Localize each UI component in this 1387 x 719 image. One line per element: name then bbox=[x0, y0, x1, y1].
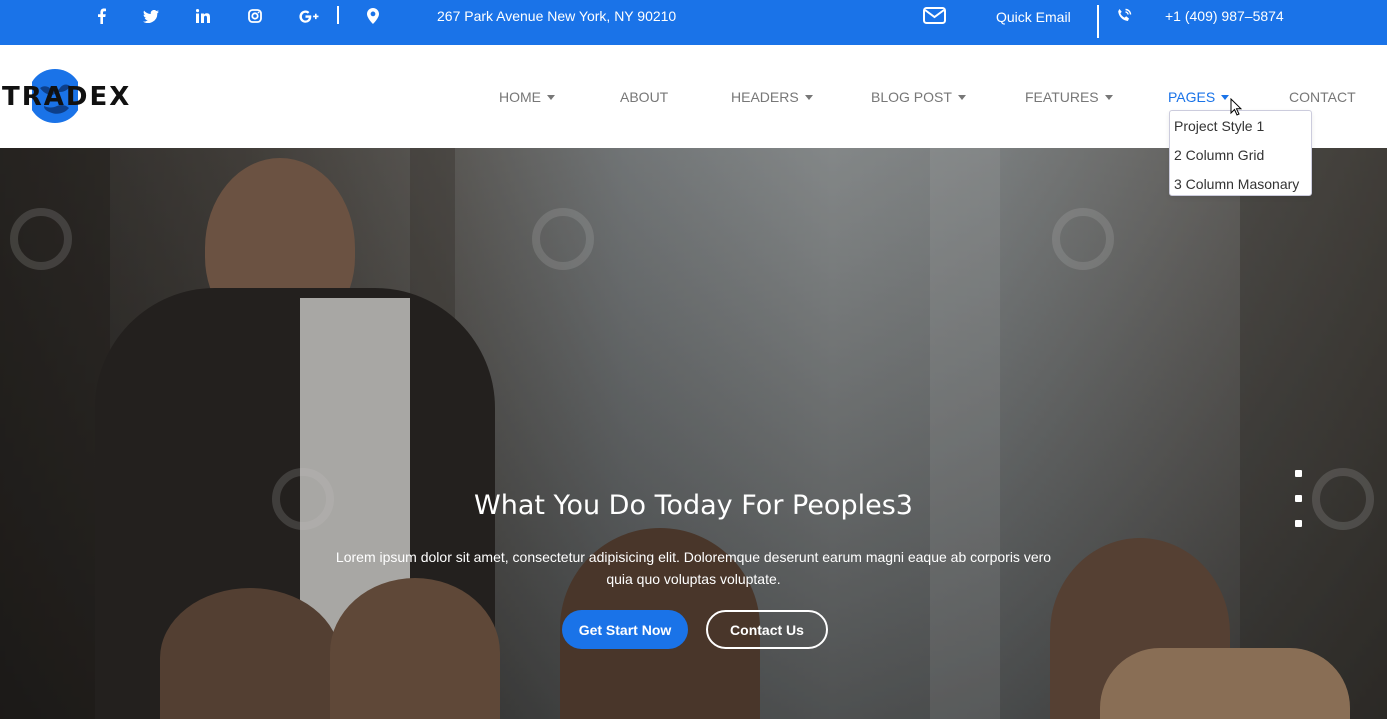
contact-us-button[interactable]: Contact Us bbox=[706, 610, 828, 649]
nav-pages[interactable]: PAGES bbox=[1168, 89, 1230, 105]
hero-subtitle: Lorem ipsum dolor sit amet, consectetur … bbox=[335, 549, 1052, 587]
top-bar: 267 Park Avenue New York, NY 90210 Quick… bbox=[0, 0, 1387, 45]
linkedin-icon[interactable] bbox=[193, 8, 213, 24]
phone-icon bbox=[1114, 8, 1134, 24]
twitter-icon[interactable] bbox=[141, 8, 161, 24]
phone-number-link[interactable]: +1 (409) 987–5874 bbox=[1165, 7, 1284, 25]
caret-down-icon bbox=[1221, 94, 1230, 100]
slider-dot[interactable] bbox=[1295, 520, 1302, 527]
logo-text: TRADEX bbox=[2, 82, 132, 112]
nav-contact[interactable]: CONTACT bbox=[1289, 89, 1356, 105]
dropdown-item-2-column-grid[interactable]: 2 Column Grid bbox=[1174, 147, 1264, 163]
slider-pagination bbox=[1295, 470, 1302, 545]
hero-overlay bbox=[0, 148, 1387, 719]
map-marker-icon bbox=[363, 8, 383, 24]
nav-features[interactable]: FEATURES bbox=[1025, 89, 1113, 105]
nav-about[interactable]: ABOUT bbox=[620, 89, 668, 105]
envelope-icon[interactable] bbox=[922, 6, 946, 24]
instagram-icon[interactable] bbox=[245, 8, 265, 24]
caret-down-icon bbox=[1104, 94, 1113, 100]
pages-dropdown-menu: Project Style 1 2 Column Grid 3 Column M… bbox=[1169, 110, 1312, 196]
tradex-logo[interactable]: TRADEX bbox=[2, 67, 129, 127]
hero-title: What You Do Today For Peoples3 bbox=[474, 490, 913, 521]
hero-slider: What You Do Today For Peoples3 Lorem ips… bbox=[0, 148, 1387, 719]
address-text: 267 Park Avenue New York, NY 90210 bbox=[437, 8, 677, 24]
divider bbox=[1097, 5, 1099, 38]
caret-down-icon bbox=[804, 94, 813, 100]
dropdown-item-project-style-1[interactable]: Project Style 1 bbox=[1174, 118, 1264, 134]
facebook-icon[interactable] bbox=[91, 8, 111, 24]
slider-dot[interactable] bbox=[1295, 495, 1302, 502]
mouse-cursor-icon bbox=[1230, 98, 1242, 116]
get-start-now-button[interactable]: Get Start Now bbox=[562, 610, 688, 649]
divider bbox=[337, 6, 339, 24]
nav-headers[interactable]: HEADERS bbox=[731, 89, 813, 105]
nav-blog-post[interactable]: BLOG POST bbox=[871, 89, 966, 105]
nav-home[interactable]: HOME bbox=[499, 89, 555, 105]
caret-down-icon bbox=[957, 94, 966, 100]
caret-down-icon bbox=[547, 94, 555, 100]
dropdown-item-3-column-masonary[interactable]: 3 Column Masonary bbox=[1174, 176, 1299, 192]
slider-dot[interactable] bbox=[1295, 470, 1302, 477]
quick-email-link[interactable]: Quick Email bbox=[996, 8, 1071, 26]
google-plus-icon[interactable] bbox=[298, 8, 320, 24]
